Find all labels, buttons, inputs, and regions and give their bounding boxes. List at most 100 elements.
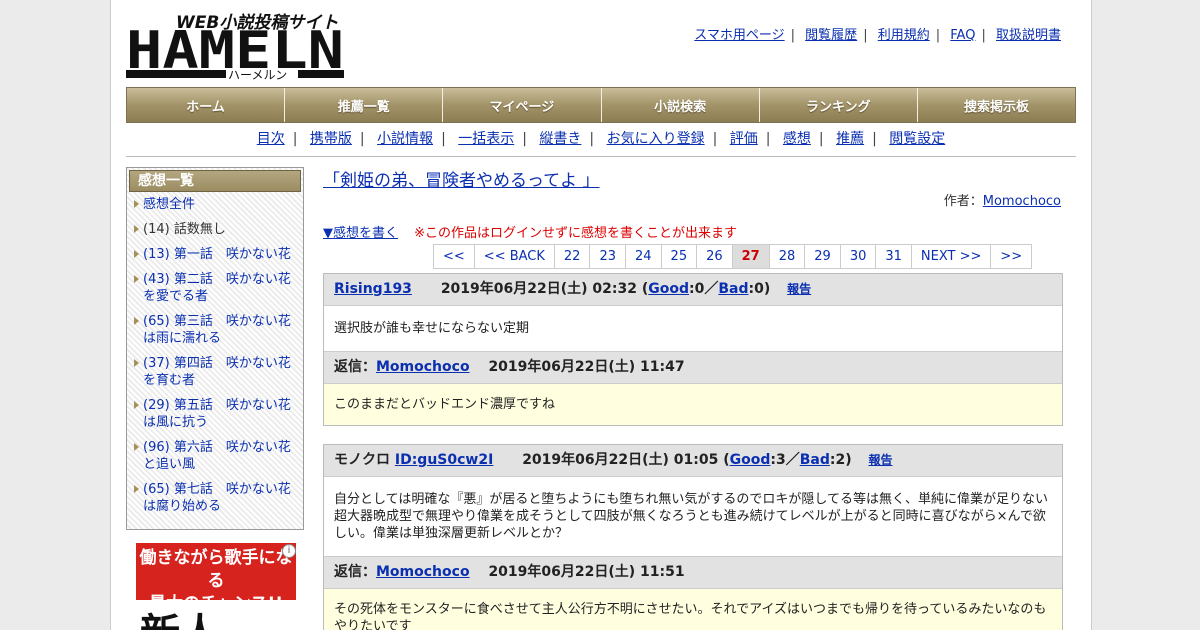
novel-author: 作者：Momochoco <box>944 190 1061 209</box>
pager-page[interactable]: 30 <box>840 244 877 269</box>
sidebar-item: (29) 第五話 咲かない花は風に抗う <box>127 397 303 431</box>
sub-nav: 目次 | 携帯版 | 小説情報 | 一括表示 | 縦書き | お気に入り登録 | 評価 | 感… <box>256 131 946 147</box>
top-links: スマホ用ページ | 閲覧履歴 | 利用規約 | FAQ | 取扱説明書 <box>694 28 1061 43</box>
good-link[interactable]: Good <box>730 452 771 468</box>
ad-big-text: 新人 <box>140 601 220 630</box>
report-link[interactable]: 報告 <box>787 282 811 296</box>
main-content: 「剣姫の弟、冒険者やめるってよ 」 作者：Momochoco ▼感想を書く ※こ… <box>323 166 1063 630</box>
novel-title: 「剣姫の弟、冒険者やめるってよ 」 <box>323 166 1063 191</box>
sidebar-item-ep1[interactable]: (13) 第一話 咲かない花 <box>143 247 291 262</box>
subnav-mobile[interactable]: 携帯版 <box>310 131 352 147</box>
sidebar-item-ep4[interactable]: (37) 第四話 咲かない花を育む者 <box>143 356 291 388</box>
sidebar-item-ep6[interactable]: (96) 第六話 咲かない花と追い風 <box>143 440 291 472</box>
reply-header: 返信：Momochoco 2019年06月22日(土) 11:51 <box>324 556 1062 589</box>
pager-page[interactable]: 25 <box>661 244 698 269</box>
pager-page[interactable]: 26 <box>697 244 733 269</box>
write-review-link[interactable]: ▼感想を書く <box>323 226 398 241</box>
nav-mypage[interactable]: マイページ <box>443 88 602 122</box>
sidebar-item-all[interactable]: 感想全件 <box>143 197 195 212</box>
subnav-vertical[interactable]: 縦書き <box>539 131 581 147</box>
page-container: WEB小説投稿サイト HAMELN ハーメルン スマホ用ページ | 閲覧履歴 | 利… <box>110 0 1092 630</box>
top-link-terms[interactable]: 利用規約 <box>878 28 930 43</box>
sidebar-item-ep3[interactable]: (65) 第三話 咲かない花は雨に濡れる <box>143 314 291 346</box>
review-user-name: モノクロ <box>334 452 395 468</box>
sidebar-item: (13) 第一話 咲かない花 <box>127 246 303 263</box>
pager-last[interactable]: >> <box>991 244 1033 269</box>
hameln-logo[interactable]: WEB小説投稿サイト HAMELN ハーメルン <box>126 8 348 82</box>
pager-current-page: 27 <box>732 244 770 269</box>
ad-info-icon[interactable]: i <box>282 544 296 558</box>
good-count: :3／ <box>770 452 800 468</box>
nav-ranking[interactable]: ランキング <box>759 88 918 122</box>
novel-title-link[interactable]: 「剣姫の弟、冒険者やめるってよ 」 <box>323 171 600 191</box>
author-label: 作者： <box>943 194 983 209</box>
sidebar-list: 感想全件 (14) 話数無し (13) 第一話 咲かない花 (43) 第二話 咲… <box>127 196 303 515</box>
reply-date: 2019年06月22日(土) 11:47 <box>488 359 685 375</box>
sidebar-item: (37) 第四話 咲かない花を育む者 <box>127 355 303 389</box>
sidebar-item-ep2[interactable]: (43) 第二話 咲かない花を愛でる者 <box>143 272 291 304</box>
global-nav: ホーム 推薦一覧 マイページ 小説検索 ランキング 捜索掲示板 <box>126 87 1076 123</box>
sidebar-review-list: 感想一覧 感想全件 (14) 話数無し (13) 第一話 咲かない花 (43) … <box>126 167 304 530</box>
sidebar-item: (65) 第三話 咲かない花は雨に濡れる <box>127 313 303 347</box>
reply-user-link[interactable]: Momochoco <box>376 564 470 580</box>
reply-user-link[interactable]: Momochoco <box>376 359 470 375</box>
reply-label: 返信： <box>334 564 376 580</box>
top-link-smartphone[interactable]: スマホ用ページ <box>694 28 784 43</box>
subnav-rating[interactable]: 評価 <box>730 131 758 147</box>
divider <box>126 156 1076 157</box>
pager-page[interactable]: 28 <box>769 244 806 269</box>
pager-back[interactable]: << BACK <box>474 244 555 269</box>
subnav-toc[interactable]: 目次 <box>257 131 285 147</box>
subnav-favorite[interactable]: お気に入り登録 <box>607 131 705 147</box>
logo-kana: ハーメルン <box>228 68 287 82</box>
ad-line1: 働きながら歌手になる <box>139 548 293 591</box>
pager-page[interactable]: 29 <box>805 244 841 269</box>
nav-novel-search[interactable]: 小説検索 <box>601 88 760 122</box>
sidebar-item: (43) 第二話 咲かない花を愛でる者 <box>127 271 303 305</box>
pager-page[interactable]: 23 <box>590 244 626 269</box>
pager-page[interactable]: 31 <box>876 244 912 269</box>
subnav-view-settings[interactable]: 閲覧設定 <box>889 131 945 147</box>
bad-link[interactable]: Bad <box>718 281 748 297</box>
review-user-link[interactable]: ID:guS0cw2I <box>395 452 493 468</box>
subnav-recommend[interactable]: 推薦 <box>836 131 864 147</box>
pager-page[interactable]: 24 <box>626 244 662 269</box>
subnav-all-display[interactable]: 一括表示 <box>458 131 514 147</box>
subnav-novel-info[interactable]: 小説情報 <box>377 131 433 147</box>
nav-search-board[interactable]: 捜索掲示板 <box>917 88 1076 122</box>
review-item: モノクロ ID:guS0cw2I 2019年06月22日(土) 01:05 (G… <box>323 444 1063 630</box>
pager-page[interactable]: 22 <box>554 244 591 269</box>
top-link-history[interactable]: 閲覧履歴 <box>805 28 857 43</box>
report-link[interactable]: 報告 <box>869 453 893 467</box>
author-link[interactable]: Momochoco <box>983 194 1061 209</box>
review-notice: ▼感想を書く ※この作品はログインせずに感想を書くことが出来ます <box>323 222 737 241</box>
review-header: Rising193 2019年06月22日(土) 02:32 (Good:0／B… <box>324 274 1062 306</box>
pagination: << << BACK 22 23 24 25 26 27 28 29 30 31… <box>433 244 1033 269</box>
sidebar-item: 感想全件 <box>127 196 303 213</box>
nav-home[interactable]: ホーム <box>127 88 286 122</box>
sidebar-title: 感想一覧 <box>129 170 301 192</box>
reply-header: 返信：Momochoco 2019年06月22日(土) 11:47 <box>324 351 1062 384</box>
subnav-reviews[interactable]: 感想 <box>783 131 811 147</box>
review-item: Rising193 2019年06月22日(土) 02:32 (Good:0／B… <box>323 273 1063 426</box>
pager-next[interactable]: NEXT >> <box>911 244 992 269</box>
review-user-link[interactable]: Rising193 <box>334 281 412 297</box>
pager-first[interactable]: << <box>434 244 475 269</box>
sidebar-item: (96) 第六話 咲かない花と追い風 <box>127 439 303 473</box>
reply-label: 返信： <box>334 359 376 375</box>
ad-headline: 働きながら歌手になる 最大のチャンス!! <box>136 543 296 614</box>
good-link[interactable]: Good <box>648 281 689 297</box>
review-header: モノクロ ID:guS0cw2I 2019年06月22日(土) 01:05 (G… <box>324 445 1062 477</box>
sidebar-item-ep7[interactable]: (65) 第七話 咲かない花は腐り始める <box>143 482 291 514</box>
top-link-manual[interactable]: 取扱説明書 <box>996 28 1061 43</box>
nav-recommend-list[interactable]: 推薦一覧 <box>285 88 444 122</box>
bad-link[interactable]: Bad <box>800 452 830 468</box>
bad-count: :2) <box>829 452 852 468</box>
top-link-faq[interactable]: FAQ <box>950 28 975 43</box>
good-count: :0／ <box>689 281 719 297</box>
reply-body: その死体をモンスターに食べさせて主人公行方不明にさせたい。それでアイズはいつまで… <box>324 589 1062 630</box>
sidebar-item: (65) 第七話 咲かない花は腐り始める <box>127 481 303 515</box>
reply-body: このままだとバッドエンド濃厚ですね <box>324 384 1062 425</box>
advertisement-banner[interactable]: 働きながら歌手になる 最大のチャンス!! 新人 i <box>136 543 296 630</box>
sidebar-item-ep5[interactable]: (29) 第五話 咲かない花は風に抗う <box>143 398 291 430</box>
